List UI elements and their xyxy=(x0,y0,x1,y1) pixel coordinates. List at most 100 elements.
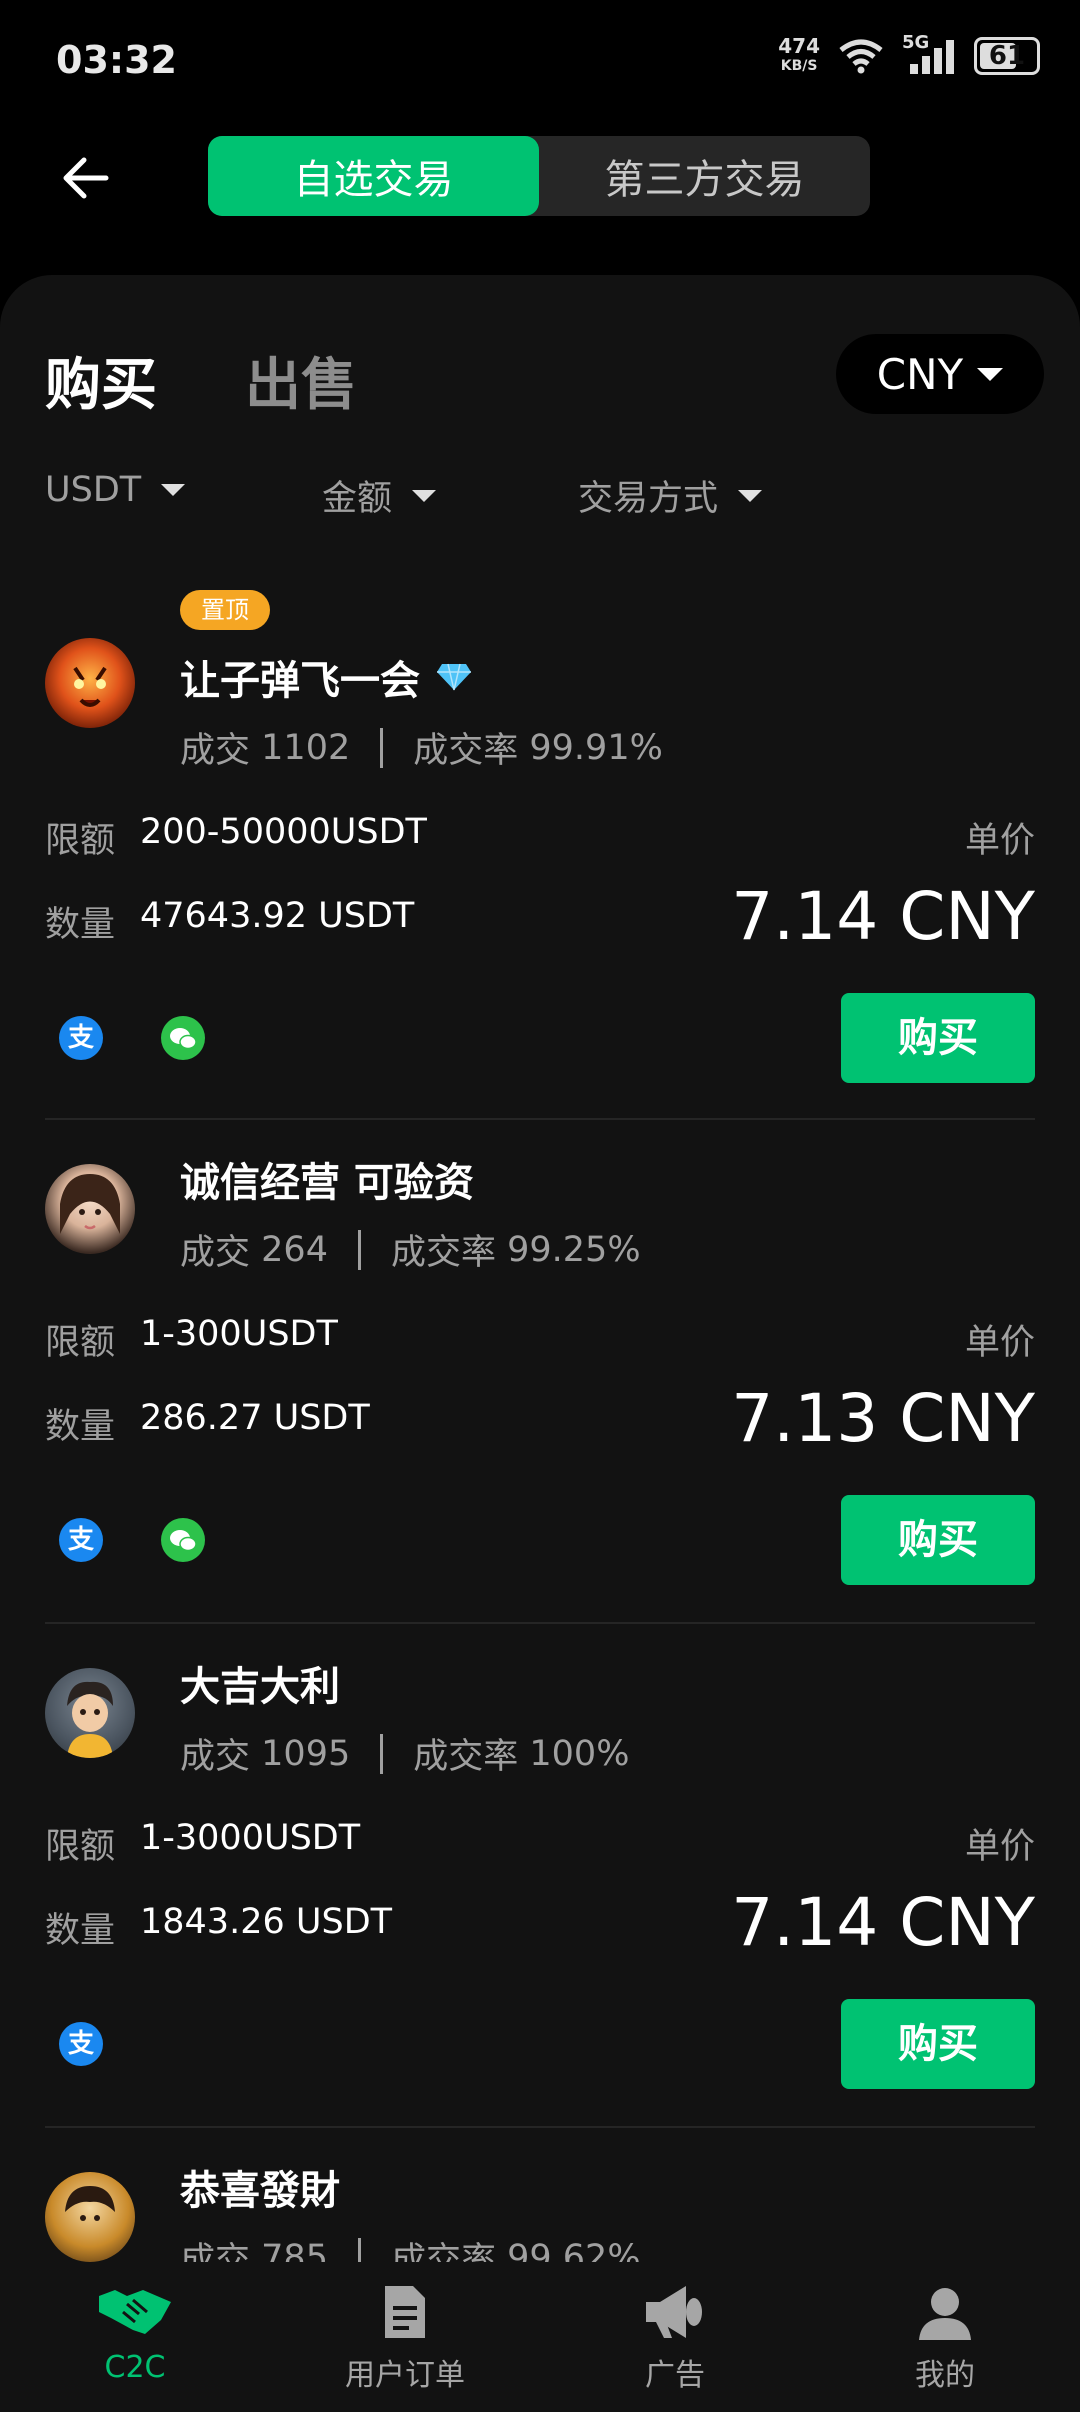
limit-label: 限额 xyxy=(45,1323,116,1363)
completion-rate: 99.25% xyxy=(507,1229,641,1270)
merchant-name-row: 诚信经营 可验资 xyxy=(180,1150,474,1208)
net-speed: 474 KB/S xyxy=(778,36,820,76)
completion-rate: 99.62% xyxy=(507,2237,641,2263)
currency-label: CNY xyxy=(876,349,964,399)
status-time: 03:32 xyxy=(56,38,177,82)
trades-count: 785 xyxy=(261,2237,328,2263)
alipay-icon: 支 xyxy=(59,1518,103,1562)
net-speed-unit: KB/S xyxy=(780,58,818,74)
back-arrow-icon[interactable] xyxy=(56,148,116,208)
limit-value: 200-50000USDT xyxy=(140,812,427,852)
merchant-stats: 成交 785 成交率 99.62% xyxy=(180,2232,641,2262)
chevron-down-icon xyxy=(161,484,186,496)
avatar[interactable] xyxy=(45,1164,135,1254)
merchant-card: 置顶 让子弹飞一会 成交 1102 成交率 99.91% 限额 200-5000… xyxy=(0,590,1080,1095)
nav-user-orders-label: 用户订单 xyxy=(345,2358,465,2393)
avatar[interactable] xyxy=(45,2172,135,2262)
merchant-name-row: 恭喜發財 xyxy=(180,2158,340,2216)
battery-level: 61 xyxy=(988,41,1026,71)
filter-coin-label: USDT xyxy=(45,470,142,510)
chevron-down-icon xyxy=(412,489,437,502)
unit-price: 7.14 CNY xyxy=(731,878,1035,955)
alipay-icon: 支 xyxy=(59,2022,103,2066)
unit-price-label: 单价 xyxy=(964,1827,1035,1867)
merchant-stats: 成交 1102 成交率 99.91% xyxy=(180,722,663,773)
nav-ads-label: 广告 xyxy=(645,2358,705,2393)
limit-label: 限额 xyxy=(45,1827,116,1867)
bottom-navigation: C2C 用户订单 广告 我的 xyxy=(0,2262,1080,2412)
trades-label: 成交 xyxy=(180,731,251,771)
unit-price-label: 单价 xyxy=(964,1323,1035,1363)
merchant-name[interactable]: 让子弹飞一会 xyxy=(180,648,420,706)
trades-count: 1102 xyxy=(261,727,351,768)
document-icon xyxy=(385,2286,425,2338)
status-icons: 474 KB/S 5G 61 xyxy=(778,32,1040,76)
merchant-stats: 成交 264 成交率 99.25% xyxy=(180,1224,641,1275)
avatar[interactable] xyxy=(45,638,135,728)
filter-amount[interactable]: 金额 xyxy=(322,470,437,521)
rate-label: 成交率 xyxy=(390,1233,496,1273)
quantity-label: 数量 xyxy=(45,1407,116,1447)
stats-divider xyxy=(380,1733,384,1774)
quantity-value: 47643.92 USDT xyxy=(140,896,415,936)
filter-payment-label: 交易方式 xyxy=(578,479,719,519)
merchant-stats: 成交 1095 成交率 100% xyxy=(180,1728,629,1779)
stats-divider xyxy=(357,1229,361,1270)
tab-self-select-trade[interactable]: 自选交易 xyxy=(208,136,539,216)
handshake-icon xyxy=(99,2290,171,2334)
avatar[interactable] xyxy=(45,1668,135,1758)
filter-payment-method[interactable]: 交易方式 xyxy=(578,470,763,521)
tab-sell[interactable]: 出售 xyxy=(245,340,357,421)
wechat-pay-icon xyxy=(161,1518,205,1562)
quantity-label: 数量 xyxy=(45,905,116,945)
chevron-down-icon xyxy=(977,367,1004,381)
filter-coin[interactable]: USDT xyxy=(45,470,186,510)
nav-mine[interactable]: 我的 xyxy=(810,2262,1080,2412)
merchant-name[interactable]: 大吉大利 xyxy=(180,1654,340,1712)
merchant-card: 大吉大利 成交 1095 成交率 100% 限额 1-3000USDT 单价 数… xyxy=(0,1598,1080,2103)
tab-buy[interactable]: 购买 xyxy=(45,340,157,421)
megaphone-icon xyxy=(646,2286,702,2338)
merchant-name-row: 大吉大利 xyxy=(180,1654,340,1712)
trades-label: 成交 xyxy=(180,1737,251,1777)
girl-avatar-icon xyxy=(60,1174,120,1234)
chevron-down-icon xyxy=(738,489,763,502)
stats-divider xyxy=(380,727,384,768)
pinned-badge: 置顶 xyxy=(180,590,270,630)
nav-user-orders[interactable]: 用户订单 xyxy=(270,2262,540,2412)
nav-mine-label: 我的 xyxy=(915,2358,975,2393)
limit-value: 1-300USDT xyxy=(140,1314,338,1354)
trade-mode-switch: 自选交易 第三方交易 xyxy=(208,136,870,216)
trades-label: 成交 xyxy=(180,2241,251,2262)
merchant-name[interactable]: 恭喜發財 xyxy=(180,2158,340,2216)
signal-icon xyxy=(910,40,954,74)
buy-button[interactable]: 购买 xyxy=(841,1495,1035,1585)
filter-amount-label: 金额 xyxy=(322,479,393,519)
rate-label: 成交率 xyxy=(390,2241,496,2262)
child-avatar-icon xyxy=(65,2186,115,2221)
nav-c2c[interactable]: C2C xyxy=(0,2262,270,2412)
unit-price: 7.14 CNY xyxy=(731,1884,1035,1961)
merchant-name-row: 让子弹飞一会 xyxy=(180,648,472,706)
nav-ads[interactable]: 广告 xyxy=(540,2262,810,2412)
currency-selector[interactable]: CNY xyxy=(836,334,1044,414)
net-speed-value: 474 xyxy=(778,34,820,58)
diamond-icon xyxy=(437,663,471,691)
buy-button[interactable]: 购买 xyxy=(841,1999,1035,2089)
trades-label: 成交 xyxy=(180,1233,251,1273)
stats-divider xyxy=(357,2237,361,2262)
tab-third-party-trade[interactable]: 第三方交易 xyxy=(539,136,870,216)
user-icon xyxy=(919,2288,971,2340)
rate-label: 成交率 xyxy=(413,1737,519,1777)
cellular-signal: 5G xyxy=(902,32,956,76)
merchant-name[interactable]: 诚信经营 可验资 xyxy=(180,1150,474,1208)
rate-label: 成交率 xyxy=(413,731,519,771)
quantity-value: 286.27 USDT xyxy=(140,1398,370,1438)
wechat-pay-icon xyxy=(161,1016,205,1060)
quantity-value: 1843.26 USDT xyxy=(140,1902,393,1942)
buy-button[interactable]: 购买 xyxy=(841,993,1035,1083)
merchant-card: 恭喜發財 成交 785 成交率 99.62% xyxy=(0,2102,1080,2262)
nav-c2c-label: C2C xyxy=(104,2350,166,2385)
wifi-icon xyxy=(839,39,883,74)
unit-price-label: 单价 xyxy=(964,821,1035,861)
